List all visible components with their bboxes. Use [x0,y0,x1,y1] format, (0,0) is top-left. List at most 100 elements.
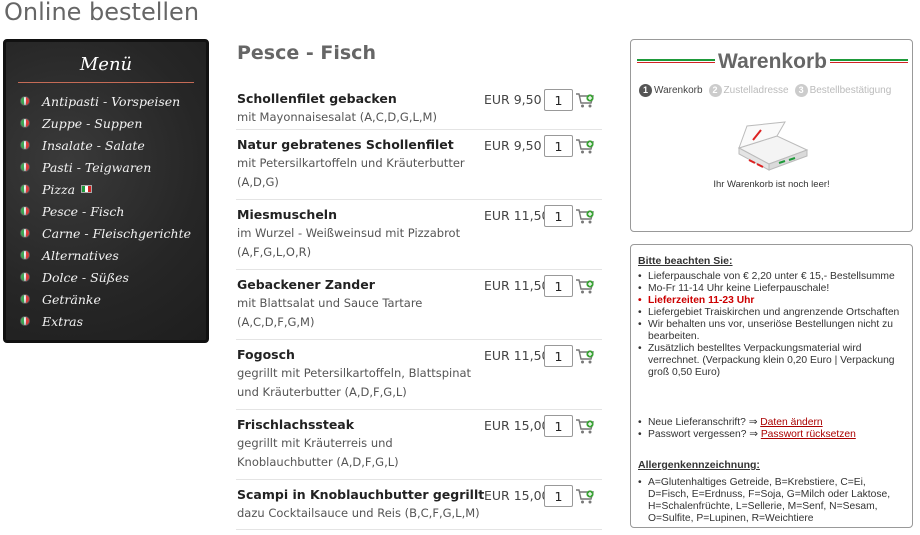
product-description: mit Petersilkartoffeln und Kräuterbutter… [237,156,465,189]
quantity-input[interactable] [544,275,573,297]
product-price: EUR 15,00 [484,418,550,433]
step-number: 3 [794,84,808,97]
bullet-icon [20,250,30,260]
menu-item-dolce[interactable]: Dolce - Süßes [20,266,191,288]
account-links: Neue Lieferanschrift? ⇒ Daten ändern Pas… [638,417,908,441]
step-cart: 1 Warenkorb [639,84,703,97]
product-price: EUR 11,50 [484,208,550,223]
cart-header: Warenkorb [637,50,908,74]
bullet-icon [20,206,30,216]
bullet-icon [20,184,30,194]
allergen-text: A=Glutenhaltiges Getreide, B=Krebstiere,… [638,477,908,525]
info-note: Liefergebiet Traiskirchen und angrenzend… [638,307,908,319]
menu-item-extras[interactable]: Extras [20,310,191,332]
product-item: Schollenfilet gebacken mit Mayonnaisesal… [236,84,602,130]
password-row: Passwort vergessen? ⇒ Passwort rücksetze… [638,429,908,441]
quantity-input[interactable] [544,415,573,437]
menu-item-label: Zuppe - Suppen [42,115,143,131]
product-description: im Wurzel - Weißweinsud mit Pizzabrot (A… [237,226,461,259]
menu-item-label: Carne - Fleischgerichte [42,225,191,241]
info-note: Mo-Fr 11-14 Uhr keine Lieferpauschale! [638,283,908,295]
info-heading: Bitte beachten Sie: [638,255,733,267]
new-address-text: Neue Lieferanschrift? ⇒ [648,417,758,428]
category-menu: Menü Antipasti - Vorspeisen Zuppe - Supp… [3,39,209,343]
menu-item-pasti[interactable]: Pasti - Teigwaren [20,156,191,178]
bullet-icon [20,294,30,304]
product-item: Miesmuscheln im Wurzel - Weißweinsud mit… [236,200,602,270]
quantity-input[interactable] [544,89,573,111]
bullet-icon [20,272,30,282]
step-address: 2 Zustelladresse [708,84,789,97]
menu-item-antipasti[interactable]: Antipasti - Vorspeisen [20,90,191,112]
product-price: EUR 11,50 [484,348,550,363]
add-to-cart-icon[interactable] [575,348,595,365]
product-description: gegrillt mit Kräuterreis und Knoblauchbu… [237,436,399,469]
bullet-icon [20,316,30,326]
step-number: 1 [639,84,652,97]
add-to-cart-icon[interactable] [575,208,595,225]
step-label: Warenkorb [654,85,703,96]
reset-password-link[interactable]: Passwort rücksetzen [761,429,856,440]
menu-item-label: Getränke [42,291,101,307]
menu-item-carne[interactable]: Carne - Fleischgerichte [20,222,191,244]
cart-empty-message: Ihr Warenkorb ist noch leer! [713,179,830,190]
add-to-cart-icon[interactable] [575,92,595,109]
checkout-steps: 1 Warenkorb 2 Zustelladresse 3 Bestellbestä… [639,84,891,97]
menu-item-label: Alternatives [42,247,119,263]
product-price: EUR 9,50 [484,92,542,107]
menu-item-getraenke[interactable]: Getränke [20,288,191,310]
allergen-heading: Allergenkennzeichnung: [638,459,760,471]
cart-panel: Warenkorb 1 Warenkorb 2 Zustelladresse 3 Be… [630,39,913,232]
product-price: EUR 9,50 [484,138,542,153]
add-to-cart-icon[interactable] [575,418,595,435]
change-data-link[interactable]: Daten ändern [760,417,822,428]
pizza-box-icon [737,121,809,171]
menu-title: Menü [79,54,133,75]
quantity-input[interactable] [544,135,573,157]
menu-item-label: Dolce - Süßes [42,269,129,285]
product-description: mit Blattsalat und Sauce Tartare (A,C,D,… [237,296,423,329]
menu-item-pizza[interactable]: Pizza [20,178,191,200]
menu-item-alternatives[interactable]: Alternatives [20,244,191,266]
product-item: Natur gebratenes Schollenfilet mit Peter… [236,130,602,200]
bullet-icon [20,140,30,150]
product-price: EUR 11,50 [484,278,550,293]
password-text: Passwort vergessen? ⇒ [648,429,758,440]
allergen-list: A=Glutenhaltiges Getreide, B=Krebstiere,… [638,477,908,525]
add-to-cart-icon[interactable] [575,488,595,505]
product-price: EUR 15,00 [484,488,550,503]
quantity-input[interactable] [544,485,573,507]
product-description: mit Mayonnaisesalat (A,C,D,G,L,M) [237,110,437,124]
italian-flag-icon [81,185,93,193]
bullet-icon [20,228,30,238]
step-confirmation: 3 Bestellbestätigung [794,84,892,97]
product-item: Frischlachssteak gegrillt mit Kräuterrei… [236,410,602,480]
info-note-delivery-times: Lieferzeiten 11-23 Uhr [638,295,908,307]
info-note: Lieferpauschale von € 2,20 unter € 15,- … [638,271,908,283]
menu-item-label: Pesce - Fisch [42,203,125,219]
bullet-icon [20,162,30,172]
info-note: Wir behalten uns vor, unseriöse Bestellu… [638,319,908,343]
menu-item-zuppe[interactable]: Zuppe - Suppen [20,112,191,134]
info-panel: Bitte beachten Sie: Lieferpauschale von … [630,244,913,528]
add-to-cart-icon[interactable] [575,138,595,155]
menu-item-label: Insalate - Salate [42,137,145,153]
menu-item-pesce[interactable]: Pesce - Fisch [20,200,191,222]
menu-item-label: Antipasti - Vorspeisen [42,93,181,109]
product-list: Schollenfilet gebacken mit Mayonnaisesal… [236,84,602,530]
step-label: Bestellbestätigung [809,85,892,96]
product-description: gegrillt mit Petersilkartoffeln, Blattsp… [237,366,472,399]
menu-item-label: Extras [42,313,84,329]
product-item: Fogosch gegrillt mit Petersilkartoffeln,… [236,340,602,410]
quantity-input[interactable] [544,205,573,227]
category-title: Pesce - Fisch [237,42,376,64]
page-title: Online bestellen [4,0,200,26]
product-item: Gebackener Zander mit Blattsalat und Sau… [236,270,602,340]
menu-item-label: Pizza [42,181,76,197]
menu-item-insalate[interactable]: Insalate - Salate [20,134,191,156]
bullet-icon [20,96,30,106]
menu-divider [18,82,194,83]
add-to-cart-icon[interactable] [575,278,595,295]
quantity-input[interactable] [544,345,573,367]
step-number: 2 [708,84,722,97]
